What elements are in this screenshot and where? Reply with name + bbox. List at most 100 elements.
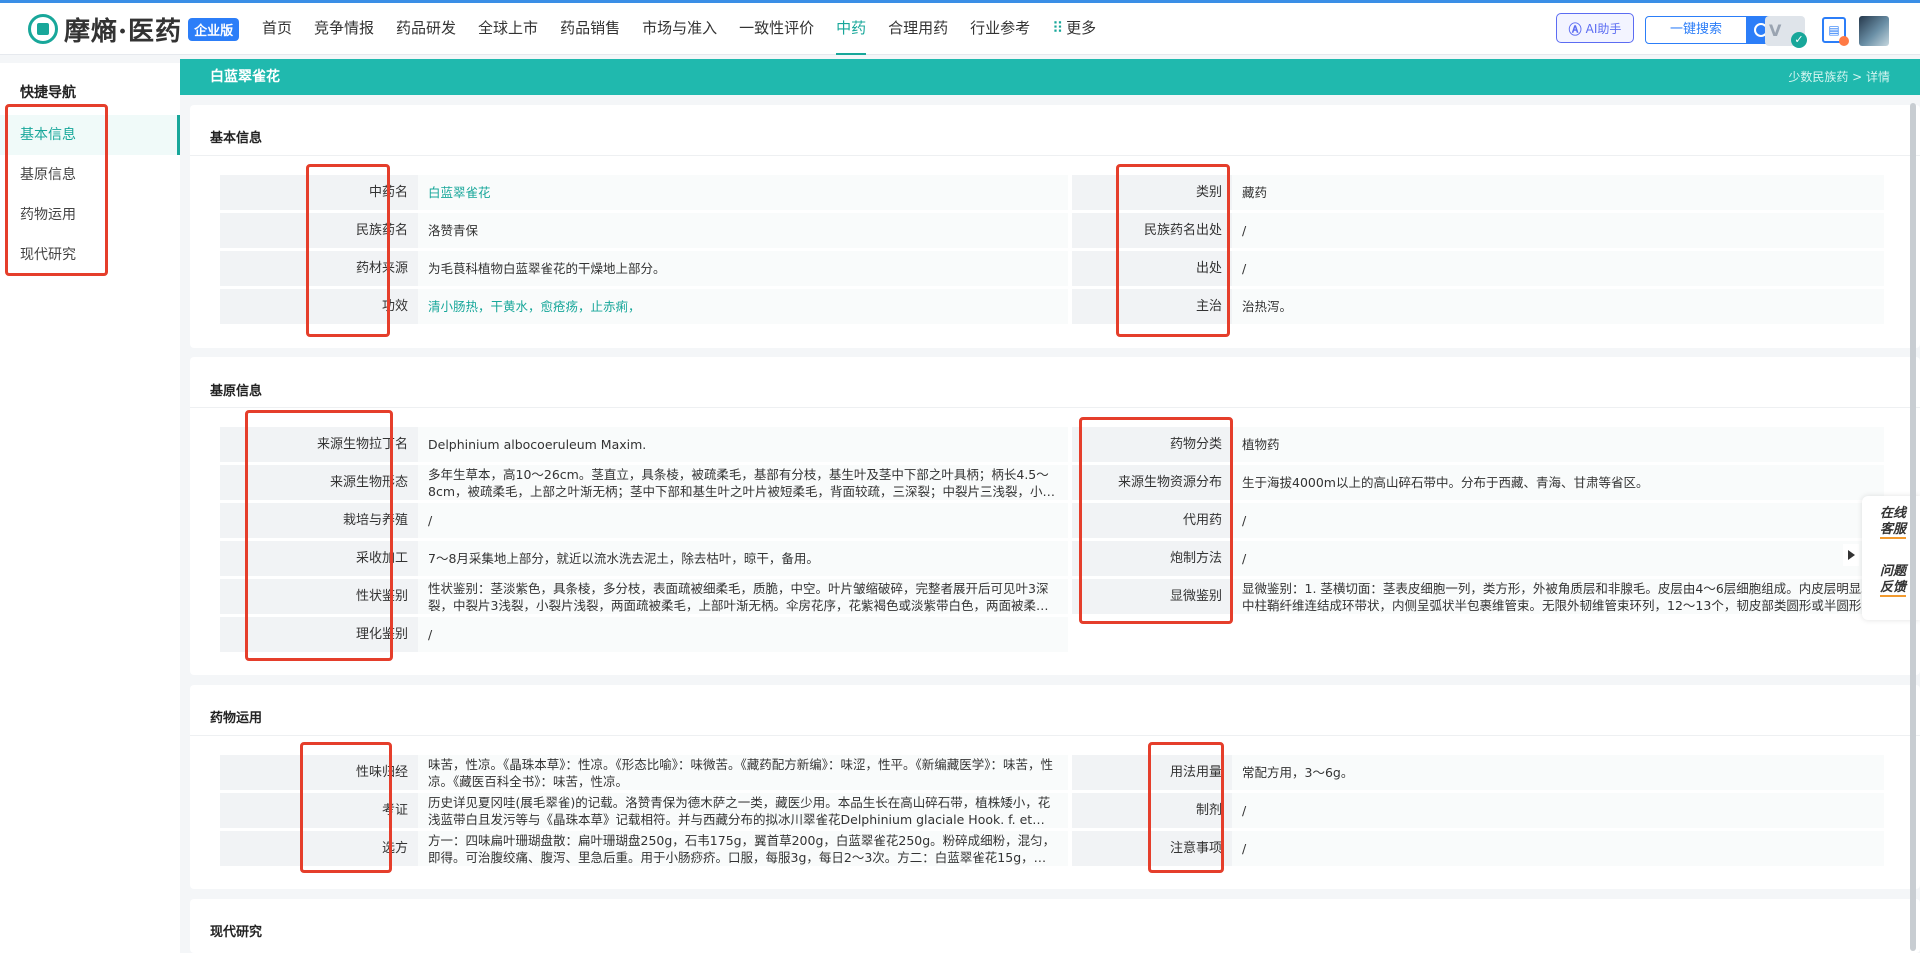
check-icon: ✓ [1791,32,1807,48]
field-label: 栽培与养殖 [220,503,418,538]
book-icon[interactable]: ▤ [1822,17,1849,46]
ai-assistant-button[interactable]: Ⓐ AI助手 [1556,13,1634,43]
ai-assistant-label: AI助手 [1585,21,1622,36]
field-label: 民族药名出处 [1072,213,1232,248]
page-header: 白蓝翠雀花 少数民族药 > 详情 [180,59,1920,95]
field-label: 炮制方法 [1072,541,1232,576]
field-label: 来源生物形态 [220,465,418,500]
usage-title: 药物运用 [210,711,263,726]
menu-more-label: 更多 [1066,19,1097,37]
divider [190,735,1920,736]
field-label: 民族药名 [220,213,418,248]
field-label: 制剂 [1072,793,1232,828]
menu-item-consistency[interactable]: 一致性评价 [739,3,814,55]
page-scrollbar[interactable] [1910,103,1916,951]
field-value: / [1232,541,1884,576]
menu-item-tcm[interactable]: 中药 [836,3,867,55]
sidebar-item-basic[interactable]: 基本信息 [0,115,180,155]
page-title: 白蓝翠雀花 [210,69,280,85]
online-service-line1: 在线 [1879,506,1906,521]
divider [190,407,1920,408]
grid-dots-icon: ⠿ [1052,19,1064,37]
field-value: 味苦，性凉。《晶珠本草》：性凉。《形态比喻》：味微苦。《藏药配方新编》：味涩，性… [418,755,1068,790]
online-service-link[interactable]: 在线 客服 [1874,506,1912,539]
field-value[interactable]: 清小肠热，干黄水，愈疮疡，止赤痢， [418,289,1068,324]
logo-mark-icon [28,14,58,44]
field-value: 为毛茛科植物白蓝翠雀花的干燥地上部分。 [418,251,1068,286]
notification-dot [1839,36,1849,46]
field-label: 注意事项 [1072,831,1232,866]
online-service-line2: 客服 [1879,522,1906,539]
logo[interactable]: 摩熵·医药 企业版 [28,11,240,47]
menu-item-global-launch[interactable]: 全球上市 [478,3,538,55]
quick-search[interactable]: 一键搜索 [1645,16,1777,44]
field-value: / [1232,251,1884,286]
field-value: / [1232,831,1884,866]
field-value: 植物药 [1232,427,1884,462]
sidebar-item-usage[interactable]: 药物运用 [0,195,180,235]
field-label: 采收加工 [220,541,418,576]
ai-icon: Ⓐ [1568,22,1582,38]
field-value: 治热泻。 [1232,289,1884,324]
menu-item-home[interactable]: 首页 [262,3,292,55]
origin-info-card: 基原信息 来源生物拉丁名 Delphinium albocoeruleum Ma… [190,357,1920,675]
menu-item-sales[interactable]: 药品销售 [560,3,620,55]
field-value: 洛赞青保 [418,213,1068,248]
field-value: 方一：四味扁叶珊瑚盘散：扁叶珊瑚盘250g，石韦175g，翼首草200g，白蓝翠… [418,831,1068,866]
field-label: 显微鉴别 [1072,579,1232,614]
field-value: 生于海拔4000m以上的高山碎石带中。分布于西藏、青海、甘肃等省区。 [1232,465,1884,500]
menu-item-competition[interactable]: 竞争情报 [314,3,374,55]
breadcrumb[interactable]: 少数民族药 > 详情 [1788,59,1890,95]
field-value: / [1232,503,1884,538]
field-value: / [418,617,1068,652]
collapse-arrow-icon[interactable] [1843,544,1859,566]
field-label: 功效 [220,289,418,324]
field-label: 药物分类 [1072,427,1232,462]
feedback-link[interactable]: 问题 反馈 [1874,564,1912,597]
field-value: 性状鉴别：茎淡紫色，具条棱，多分枝，表面疏被细柔毛，质脆，中空。叶片皱缩破碎，完… [418,579,1068,614]
field-label: 选方 [220,831,418,866]
field-label: 出处 [1072,251,1232,286]
quick-nav-sidebar: 快捷导航 基本信息 基原信息 药物运用 现代研究 [0,63,180,953]
usage-grid: 性味归经 味苦，性凉。《晶珠本草》：性凉。《形态比喻》：味微苦。《藏药配方新编》… [220,755,1884,869]
field-value: 历史详见夏冈哇(展毛翠雀)的记载。洛赞青保为德木萨之一类，藏医少用。本品生长在高… [418,793,1068,828]
avatar[interactable] [1859,16,1889,46]
field-label: 药材来源 [220,251,418,286]
field-value: 多年生草本，高10～26cm。茎直立，具条棱，被疏柔毛，基部有分枝，基生叶及茎中… [418,465,1068,500]
field-label: 来源生物拉丁名 [220,427,418,462]
sidebar-title: 快捷导航 [20,85,76,101]
main-menu: 首页 竞争情报 药品研发 全球上市 药品销售 市场与准入 一致性评价 中药 合理… [262,3,1118,55]
menu-item-industry[interactable]: 行业参考 [970,3,1030,55]
origin-info-title: 基原信息 [210,384,263,399]
field-value: 常配方用，3～6g。 [1232,755,1884,790]
basic-info-grid: 中药名 白蓝翠雀花 类别 藏药 民族药名 洛赞青保 民族药名出处 / 药材来源 … [220,175,1884,327]
menu-item-market-access[interactable]: 市场与准入 [642,3,717,55]
origin-info-grid: 来源生物拉丁名 Delphinium albocoeruleum Maxim. … [220,427,1884,655]
field-label: 性状鉴别 [220,579,418,614]
field-value: / [1232,213,1884,248]
field-value: / [418,503,1068,538]
menu-item-rnd[interactable]: 药品研发 [396,3,456,55]
basic-info-card: 基本信息 中药名 白蓝翠雀花 类别 藏药 民族药名 洛赞青保 民族药名出处 / … [190,105,1920,348]
feedback-line2: 反馈 [1879,580,1906,597]
usage-card: 药物运用 性味归经 味苦，性凉。《晶珠本草》：性凉。《形态比喻》：味微苦。《藏药… [190,685,1920,889]
field-value[interactable]: 白蓝翠雀花 [418,175,1068,210]
logo-text: 摩熵·医药 [64,16,183,47]
field-label: 理化鉴别 [220,617,418,652]
modern-research-title: 现代研究 [210,925,263,940]
field-label: 类别 [1072,175,1232,210]
field-label: 代用药 [1072,503,1232,538]
vip-label: V [1769,21,1782,40]
field-label: 性味归经 [220,755,418,790]
menu-item-more[interactable]: ⠿ 更多 [1052,3,1096,55]
field-label: 来源生物资源分布 [1072,465,1232,500]
sidebar-item-modern[interactable]: 现代研究 [0,235,180,275]
vip-icon[interactable]: V ✓ [1765,16,1807,48]
top-navbar: 摩熵·医药 企业版 首页 竞争情报 药品研发 全球上市 药品销售 市场与准入 一… [0,3,1920,55]
feedback-line1: 问题 [1879,564,1906,579]
menu-item-rational-use[interactable]: 合理用药 [888,3,948,55]
field-value: 藏药 [1232,175,1884,210]
field-value: / [1232,793,1884,828]
sidebar-item-origin[interactable]: 基原信息 [0,155,180,195]
field-label: 考证 [220,793,418,828]
